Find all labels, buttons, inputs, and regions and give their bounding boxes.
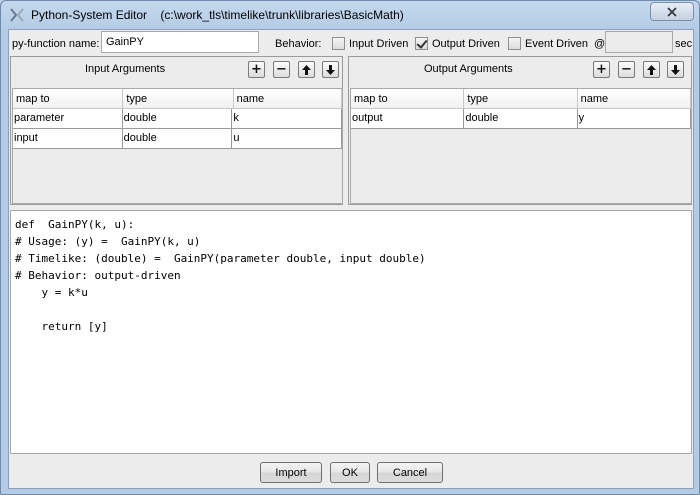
output-driven-label: Output Driven [432,38,500,50]
close-button[interactable] [650,2,694,21]
remove-output-argument-button[interactable]: − [618,61,635,78]
cell-type[interactable]: double [464,109,578,129]
behavior-label: Behavior: [275,38,322,50]
arrow-up-icon [647,64,656,75]
column-header-type[interactable]: type [123,89,234,109]
input-arguments-title: Input Arguments [85,63,166,75]
import-button[interactable]: Import [260,462,322,483]
input-arguments-table: map to type name parameter double k inpu… [12,88,343,204]
cell-map-to[interactable]: input [13,129,123,149]
output-arguments-header: map to type name [351,89,691,109]
close-icon [667,6,677,17]
output-driven-checkbox[interactable] [415,37,428,50]
cell-name[interactable]: y [577,109,691,129]
cell-name[interactable]: u [232,129,343,149]
output-arguments-table: map to type name output double y [350,88,692,204]
cell-type[interactable]: double [122,129,233,149]
column-header-map-to[interactable]: map to [13,89,124,109]
output-arguments-title: Output Arguments [424,63,513,75]
move-output-argument-down-button[interactable] [667,61,684,78]
move-input-argument-up-button[interactable] [298,61,315,78]
python-code-editor[interactable]: def GainPY(k, u): # Usage: (y) = GainPY(… [10,210,692,454]
column-header-map-to[interactable]: map to [351,89,465,109]
function-name-input[interactable] [101,31,259,53]
editor-client-area: py-function name: Behavior: Input Driven… [8,29,694,489]
minus-icon: − [621,62,632,77]
table-row[interactable]: parameter double k [13,109,343,129]
move-output-argument-up-button[interactable] [643,61,660,78]
output-arguments-panel: Output Arguments + − map to type name ou… [348,56,692,205]
event-driven-label: Event Driven [525,38,588,50]
at-label: @ [594,38,606,50]
plus-icon: + [596,62,607,77]
input-driven-label: Input Driven [349,38,409,50]
function-name-label: py-function name: [12,38,100,50]
add-output-argument-button[interactable]: + [593,61,610,78]
column-header-type[interactable]: type [464,89,578,109]
input-arguments-header: map to type name [13,89,342,109]
app-icon [10,8,24,22]
arrow-down-icon [326,64,335,75]
column-header-name[interactable]: name [577,89,691,109]
minus-icon: − [276,62,287,77]
cell-map-to[interactable]: parameter [13,109,123,129]
window-title-name: Python-System Editor [31,8,148,22]
input-arguments-panel: Input Arguments + − map to type name par… [10,56,343,205]
cancel-button[interactable]: Cancel [377,462,443,483]
move-input-argument-down-button[interactable] [322,61,339,78]
cell-type[interactable]: double [122,109,233,129]
window-title-path: (c:\work_tls\timelike\trunk\libraries\Ba… [160,8,404,22]
table-row[interactable]: input double u [13,129,343,149]
event-driven-checkbox[interactable] [508,37,521,50]
column-header-name[interactable]: name [233,89,342,109]
arrow-up-icon [302,64,311,75]
plus-icon: + [251,62,262,77]
title-bar: Python-System Editor (c:\work_tls\timeli… [1,1,699,29]
remove-input-argument-button[interactable]: − [273,61,290,78]
event-period-input[interactable] [605,31,673,53]
add-input-argument-button[interactable]: + [248,61,265,78]
arrow-down-icon [671,64,680,75]
sec-label: sec [675,38,693,50]
cell-name[interactable]: k [232,109,343,129]
python-system-editor-window: Python-System Editor (c:\work_tls\timeli… [0,0,700,495]
cell-map-to[interactable]: output [351,109,465,129]
window-title: Python-System Editor (c:\work_tls\timeli… [31,8,404,22]
table-row[interactable]: output double y [351,109,691,129]
ok-button[interactable]: OK [330,462,370,483]
input-driven-checkbox[interactable] [332,37,345,50]
